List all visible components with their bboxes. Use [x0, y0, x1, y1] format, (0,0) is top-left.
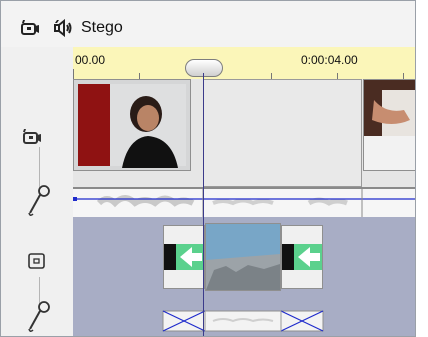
ruler-label-4s: 0:00:04.00: [301, 53, 358, 67]
video-clip-thumbnail[interactable]: [363, 79, 415, 171]
video-clip-segment[interactable]: [203, 79, 362, 187]
audio-waveform: [73, 189, 415, 217]
video-clip-thumbnail[interactable]: [73, 79, 191, 171]
timeline-window: Stego 00.00 0:00:04.00: [0, 0, 416, 337]
audio-level-icon[interactable]: [27, 183, 53, 222]
overlay-track-icon[interactable]: [27, 252, 47, 275]
timeline-header: Stego: [1, 1, 415, 47]
video-track-icon[interactable]: [19, 19, 41, 42]
timeline-ruler[interactable]: 00.00 0:00:04.00: [73, 47, 415, 80]
audio-level-icon[interactable]: [27, 299, 53, 336]
playhead-line[interactable]: [203, 73, 204, 336]
ruler-label-start: 00.00: [75, 53, 106, 67]
transition-in[interactable]: [163, 225, 205, 289]
project-title: Stego: [81, 19, 123, 36]
overlay-clip-thumbnail[interactable]: [205, 223, 281, 291]
clip-image-dancer: [364, 80, 415, 170]
playhead-scrubber-handle[interactable]: [185, 59, 223, 77]
audio-waveform-lane[interactable]: [73, 189, 415, 218]
transition-out[interactable]: [281, 225, 323, 289]
overlay-audio-lane[interactable]: [73, 305, 415, 336]
overlay-audio-clips: [162, 310, 324, 332]
clip-image-woman: [74, 80, 190, 170]
video-track-icon[interactable]: [21, 129, 45, 152]
ruler-tick: [73, 69, 74, 79]
track-controls-column: [1, 47, 74, 336]
clip-image-city: [206, 224, 280, 290]
audio-track-icon[interactable]: [52, 18, 74, 42]
video-track-lane[interactable]: [73, 79, 415, 187]
overlay-track-lane[interactable]: [73, 217, 415, 306]
